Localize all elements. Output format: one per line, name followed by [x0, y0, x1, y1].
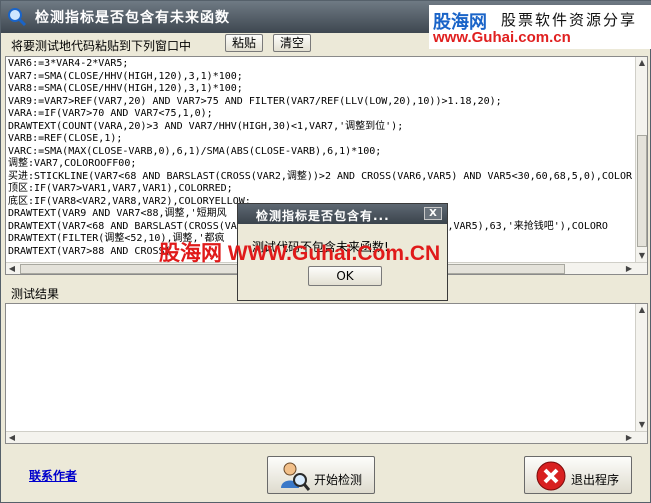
contact-author-link[interactable]: 联系作者: [29, 467, 77, 484]
scroll-right-arrow-icon[interactable]: ▶: [623, 432, 635, 444]
watermark-cn: 股海网: [159, 242, 222, 265]
scroll-up-arrow-icon[interactable]: ▲: [636, 57, 647, 69]
watermark-url: WWW.Guhai.Com.CN: [227, 242, 441, 265]
results-horizontal-scrollbar[interactable]: ◀ ▶: [6, 431, 647, 443]
red-x-icon: [536, 461, 566, 491]
clear-button[interactable]: 清空: [273, 34, 311, 52]
code-line: DRAWTEXT(COUNT(VARA,20)>3 AND VAR7/HHV(H…: [8, 120, 404, 132]
code-line: VARA:=IF(VAR7>70 AND VAR7<75,1,0);: [8, 108, 213, 119]
brand-slogan: 股票软件资源分享: [501, 11, 638, 29]
close-icon[interactable]: X: [424, 207, 442, 220]
code-line: 买进:STICKLINE(VAR7<68 AND BARSLAST(CROSS(…: [8, 170, 632, 182]
code-line: VARC:=SMA(MAX(CLOSE-VARB,0),6,1)/SMA(ABS…: [8, 145, 382, 157]
magnifier-icon: [8, 8, 27, 27]
results-output-area[interactable]: ▲ ▼ ◀ ▶: [5, 303, 648, 444]
start-check-label: 开始检测: [314, 473, 363, 487]
scroll-left-arrow-icon[interactable]: ◀: [6, 263, 18, 274]
watermark: 股海网 WWW.Guhai.Com.CN: [159, 237, 440, 267]
code-line: VARB:=REF(CLOSE,1);: [8, 133, 123, 144]
code-line: 调整:VAR7,COLOROOFF00;: [8, 158, 137, 169]
ok-button[interactable]: OK: [308, 266, 382, 286]
instruction-label: 将要测试地代码粘贴到下列窗口中: [11, 39, 192, 53]
code-line: 顶区:IF(VAR7>VAR1,VAR7,VAR1),COLORRED;: [8, 183, 233, 194]
results-label: 测试结果: [11, 287, 60, 301]
scroll-left-arrow-icon[interactable]: ◀: [6, 432, 18, 444]
code-line: VAR6:=3*VAR4-2*VAR5;: [8, 58, 129, 69]
brand-banner: 股海网 股票软件资源分享 www.Guhai.com.cn: [429, 5, 651, 49]
paste-button[interactable]: 粘贴: [225, 34, 263, 52]
start-check-button[interactable]: 开始检测: [267, 456, 375, 494]
search-person-icon: [281, 462, 310, 491]
dialog-title-bar: 检测指标是否包含有... X: [238, 204, 447, 224]
exit-button[interactable]: 退出程序: [524, 456, 632, 494]
code-line: VAR7:=SMA(CLOSE/HHV(HIGH,120),3,1)*100;: [8, 70, 243, 82]
scroll-up-arrow-icon[interactable]: ▲: [636, 304, 648, 316]
scroll-right-arrow-icon[interactable]: ▶: [623, 263, 635, 274]
code-line: VAR9:=VAR7>REF(VAR7,20) AND VAR7>75 AND …: [8, 95, 502, 107]
dialog-title: 检测指标是否包含有...: [256, 209, 390, 223]
brand-url: www.Guhai.com.cn: [433, 29, 571, 46]
exit-label: 退出程序: [571, 473, 620, 487]
code-vertical-thumb[interactable]: [637, 135, 647, 247]
scroll-down-arrow-icon[interactable]: ▼: [636, 250, 647, 262]
scroll-down-arrow-icon[interactable]: ▼: [636, 419, 648, 431]
code-vertical-scrollbar[interactable]: ▲ ▼: [635, 57, 647, 262]
results-vertical-scrollbar[interactable]: ▲ ▼: [635, 304, 647, 431]
code-line: VAR8:=SMA(CLOSE/HHV(HIGH,120),3,1)*100;: [8, 83, 243, 94]
main-window: 检测指标是否包含有未来函数 股海网 股票软件资源分享 www.Guhai.com…: [0, 0, 651, 503]
window-title: 检测指标是否包含有未来函数: [35, 10, 230, 26]
